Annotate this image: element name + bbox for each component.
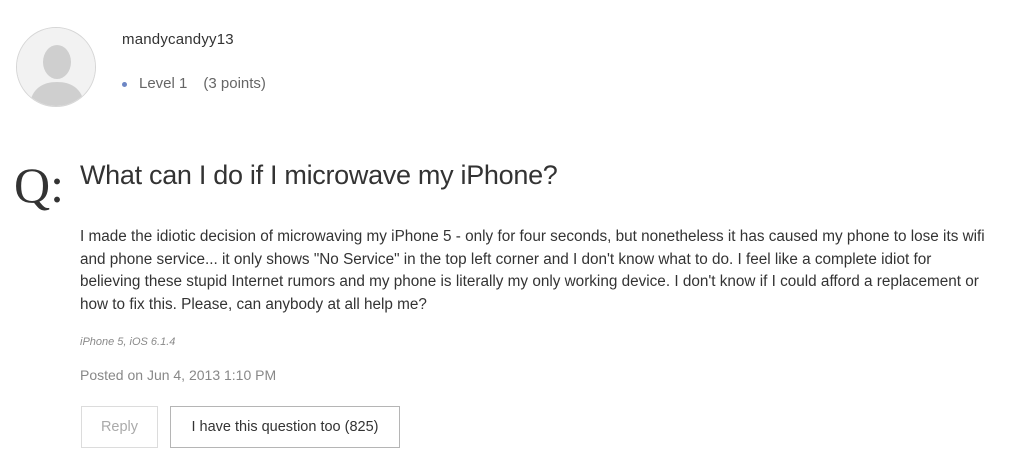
level-points: (3 points) — [203, 75, 266, 92]
question-title: What can I do if I microwave my iPhone? — [80, 160, 558, 190]
author-username[interactable]: mandycandyy13 — [122, 31, 234, 48]
level-label: Level 1 — [139, 75, 188, 92]
same-question-button[interactable]: I have this question too (825) — [170, 406, 400, 448]
posted-timestamp: Posted on Jun 4, 2013 1:10 PM — [80, 367, 277, 383]
reply-button[interactable]: Reply — [81, 406, 158, 448]
question-body: I made the idiotic decision of microwavi… — [80, 228, 985, 313]
avatar[interactable] — [16, 27, 96, 107]
author-level: Level 1 (3 points) — [122, 75, 266, 92]
user-silhouette-icon — [17, 28, 95, 106]
question-marker: Q: — [14, 157, 64, 213]
level-bullet-icon — [122, 82, 127, 87]
device-info: iPhone 5, iOS 6.1.4 — [80, 336, 176, 348]
discussion-page: mandycandyy13 Level 1 (3 points) Q: What… — [0, 0, 1021, 463]
